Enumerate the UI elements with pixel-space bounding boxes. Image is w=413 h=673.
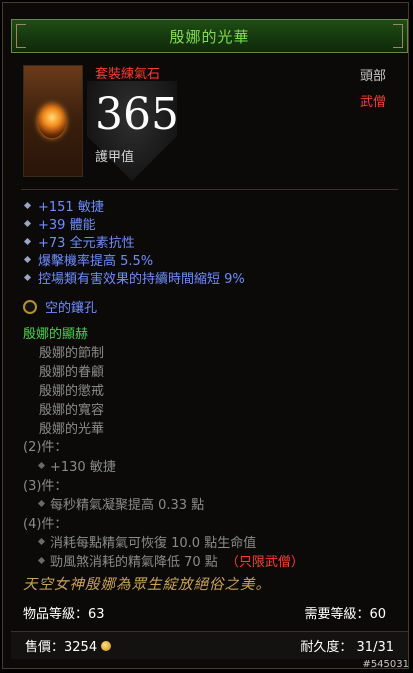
set-item: 殷娜的懲戒	[39, 384, 105, 399]
item-type: 套裝練氣石	[95, 67, 161, 82]
set-bonus-4-label: (4)件：	[23, 517, 68, 532]
bullet-icon	[37, 537, 46, 546]
set-name: 殷娜的顯赫	[23, 327, 89, 342]
set-bonus-2-label: (2)件：	[23, 440, 68, 455]
socket-label: 空的鑲孔	[45, 301, 98, 316]
gold-coin-icon	[101, 640, 112, 651]
affix-line: +39 體能	[23, 214, 245, 233]
set-bonus-3-label: (3)件：	[23, 479, 68, 494]
empty-socket-icon	[23, 299, 37, 314]
armor-label: 護甲值	[95, 150, 135, 165]
bullet-icon	[37, 461, 46, 470]
title-corner-left	[16, 24, 26, 48]
flavor-text: 天空女神殷娜為眾生綻放絕俗之美。	[23, 577, 271, 593]
affix-line: 控場類有害效果的持續時間縮短 9%	[23, 268, 245, 287]
set-bonus-line: 每秒精氣凝聚提高 0.33 點	[37, 494, 204, 513]
item-portrait	[23, 65, 83, 177]
class-restriction: （只限武僧）	[225, 555, 304, 570]
durability: 耐久度： 31/31	[300, 640, 394, 655]
item-slot: 頭部	[359, 69, 386, 84]
title-corner-right	[393, 24, 403, 48]
sell-price: 售價：3254	[25, 636, 112, 655]
tooltip-footer: 售價：3254 耐久度： 31/31	[11, 631, 408, 659]
set-item-list: 殷娜的節制 殷娜的眷顧 殷娜的懲戒 殷娜的寬容 殷娜的光華	[39, 342, 104, 437]
spirit-stone-gem-icon	[38, 104, 66, 138]
bullet-icon	[23, 237, 32, 245]
item-name: 殷娜的光華	[169, 27, 250, 46]
bullet-icon	[37, 556, 46, 565]
affix-line: +151 敏捷	[23, 196, 245, 215]
item-tooltip: 殷娜的光華 套裝練氣石 365 護甲值 頭部 武僧 +151 敏捷 +39 體能…	[2, 2, 409, 669]
affix-line: 爆擊機率提高 5.5%	[23, 250, 245, 269]
set-bonus-line: +130 敏捷	[37, 456, 116, 475]
item-level: 物品等級：63	[23, 607, 105, 622]
affix-line: +73 全元素抗性	[23, 232, 245, 251]
armor-value: 365	[95, 89, 179, 140]
set-bonus-line: 消耗每點精氣可恢復 10.0 點生命值	[37, 532, 256, 551]
item-id: #545031	[362, 659, 409, 670]
bullet-icon	[37, 499, 46, 508]
divider	[21, 189, 398, 190]
set-item: 殷娜的寬容	[39, 403, 105, 418]
required-level: 需要等級：60	[304, 607, 386, 622]
set-item: 殷娜的眷顧	[39, 365, 105, 380]
bullet-icon	[23, 273, 32, 281]
set-item: 殷娜的光華	[39, 422, 105, 437]
socket-row: 空的鑲孔	[23, 297, 97, 316]
affix-list: +151 敏捷 +39 體能 +73 全元素抗性 爆擊機率提高 5.5% 控場類…	[23, 196, 245, 287]
item-class: 武僧	[359, 95, 386, 110]
bullet-icon	[23, 255, 32, 263]
bullet-icon	[23, 219, 32, 227]
set-bonus-line: 勁風煞消耗的精氣降低 70 點（只限武僧）	[37, 551, 304, 570]
bullet-icon	[23, 201, 32, 209]
set-item: 殷娜的節制	[39, 346, 105, 361]
item-title-bar: 殷娜的光華	[11, 19, 408, 53]
